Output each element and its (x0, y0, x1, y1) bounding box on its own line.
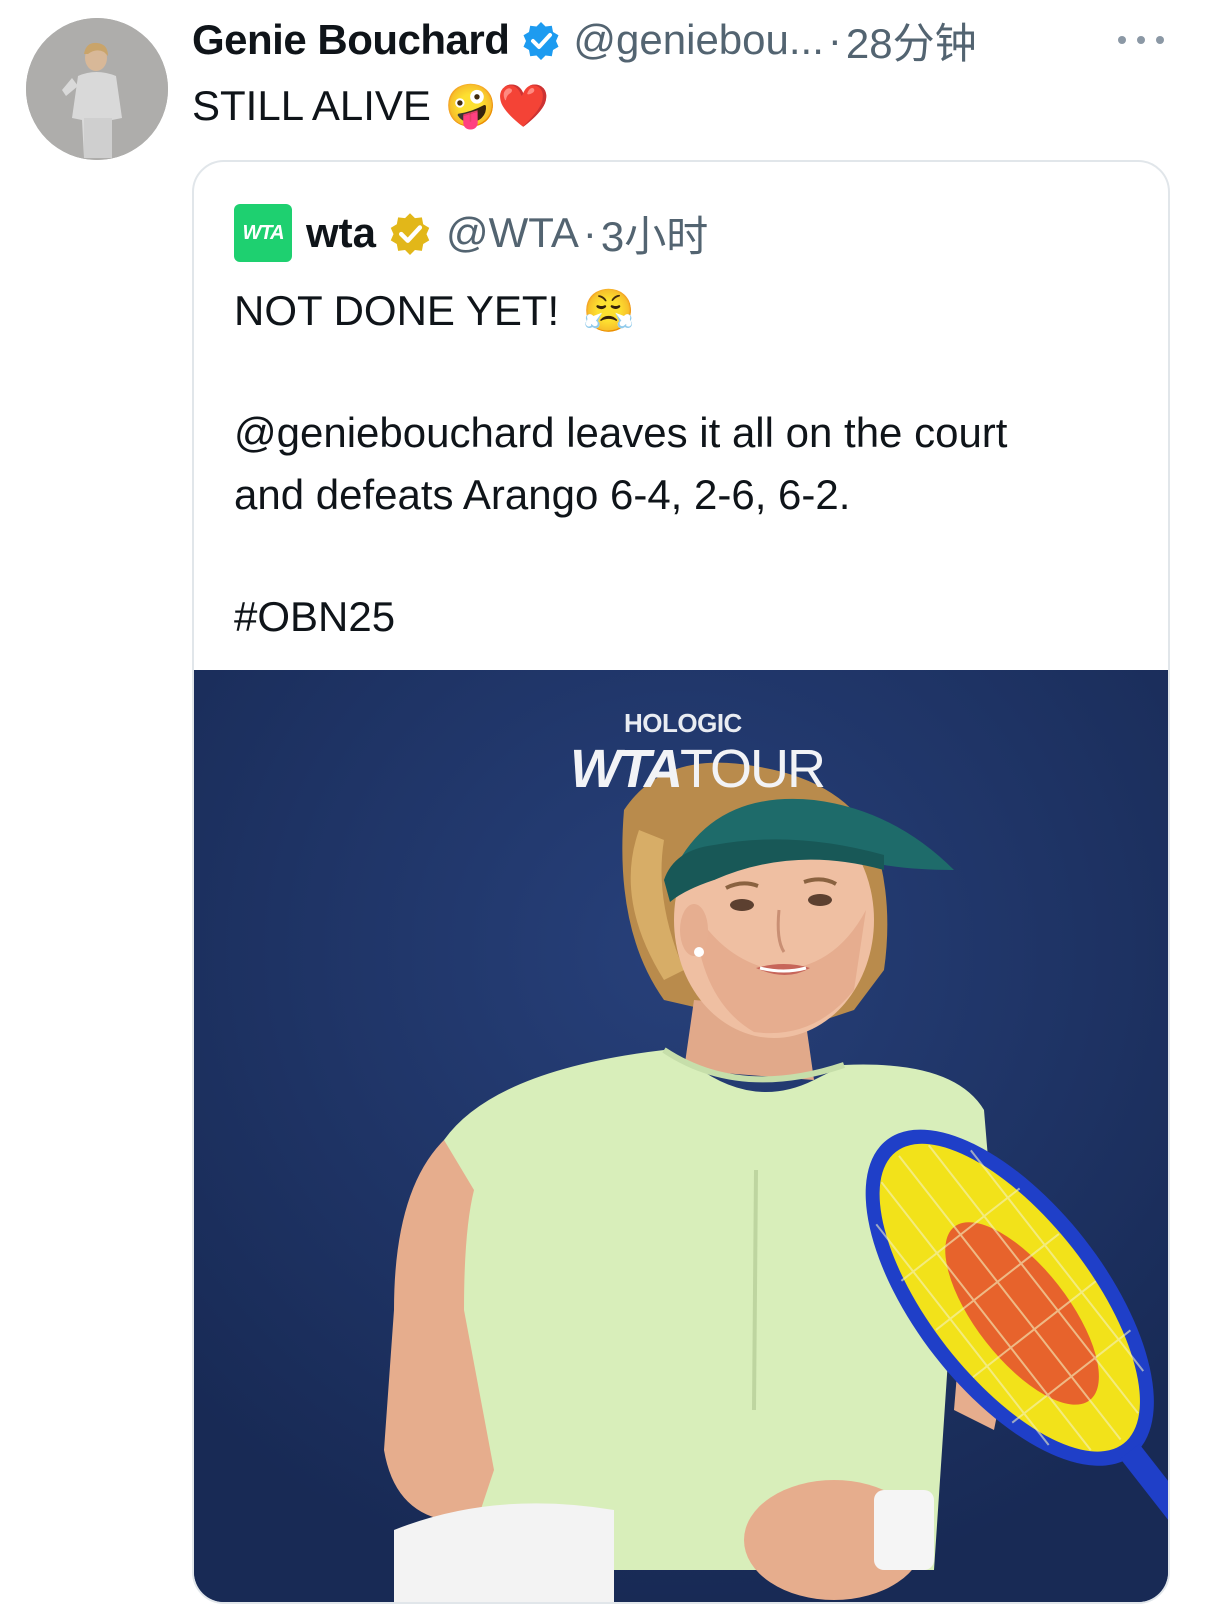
wta-tour-wta: WTA (570, 739, 683, 799)
tweet-body: STILL ALIVE 🤪❤️ (192, 78, 550, 134)
tweet-emoji: 🤪❤️ (444, 81, 550, 129)
quoted-line-1: NOT DONE YET! 😤 (234, 280, 635, 342)
quoted-time-separator: · (582, 209, 597, 256)
hologic-logo-text: HOLOGIC (624, 708, 742, 738)
quoted-emoji: 😤 (582, 287, 636, 334)
quoted-text-line-3: and defeats Arango 6-4, 2-6, 6-2. (234, 471, 851, 518)
quoted-media-image[interactable]: HOLOGIC WTA TOUR (194, 670, 1168, 1602)
quoted-timestamp[interactable]: 3小时 (601, 203, 708, 264)
tweet-text: STILL ALIVE (192, 82, 431, 129)
quoted-headline: NOT DONE YET! (234, 287, 560, 334)
quoted-line-3: and defeats Arango 6-4, 2-6, 6-2. (234, 464, 850, 526)
more-options-icon[interactable] (1118, 30, 1164, 50)
author-avatar[interactable] (26, 18, 168, 160)
quoted-text-line-2: @geniebouchard leaves it all on the cour… (234, 409, 1008, 456)
quoted-author-handle[interactable]: @WTA (446, 209, 579, 257)
wta-tour-logo: WTA TOUR (570, 738, 826, 800)
player-illustration (194, 670, 1168, 1602)
verified-badge-icon (523, 22, 559, 60)
author-handle[interactable]: @geniebou... (573, 16, 823, 64)
time-separator: · (827, 16, 842, 63)
quoted-author-name[interactable]: wta (306, 209, 376, 257)
tweet-timestamp[interactable]: 28分钟 (846, 10, 977, 71)
wta-tour-tour: TOUR (679, 739, 826, 799)
wta-logo-text: WTA (242, 221, 284, 244)
quoted-hashtag: #OBN25 (234, 586, 395, 648)
tweet-header: Genie Bouchard @geniebou... · 28分钟 (192, 14, 977, 67)
hashtag-link[interactable]: #OBN25 (234, 593, 395, 640)
quoted-header: WTA wta @WTA · 3小时 (234, 202, 708, 264)
author-name[interactable]: Genie Bouchard (192, 16, 510, 64)
verified-gold-badge-icon (390, 213, 430, 255)
quoted-line-2: @geniebouchard leaves it all on the cour… (234, 402, 1007, 464)
quoted-tweet-card[interactable]: WTA wta @WTA · 3小时 NOT DONE YET! 😤 @geni… (192, 160, 1170, 1604)
wta-logo-avatar[interactable]: WTA (234, 204, 292, 262)
avatar-photo (26, 18, 168, 160)
